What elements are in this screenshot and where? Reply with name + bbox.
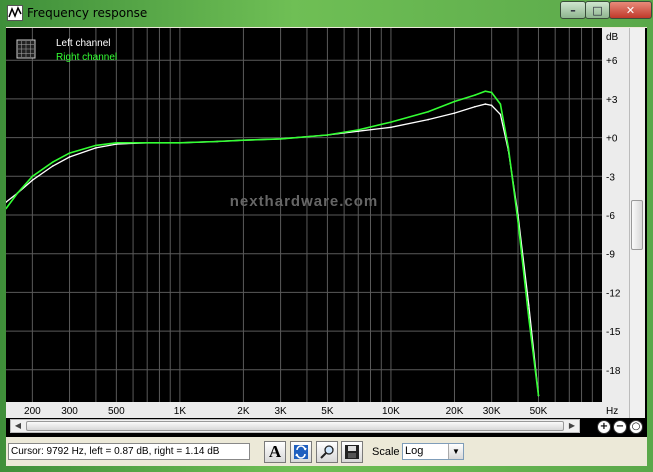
data-point [517,220,519,223]
refresh-icon [294,445,308,459]
data-point [474,94,476,96]
y-tick-label: +0 [606,134,618,145]
data-point [115,141,118,144]
data-point [68,152,71,154]
y-tick-label: +6 [606,56,618,67]
data-point [326,134,329,136]
y-tick-label: +3 [606,95,618,106]
data-point [453,112,456,114]
data-point [52,161,54,163]
data-point [507,147,510,149]
app-window: Frequency response – □ ✕ +6 +3 +0 -3 -6 -9 -12… [0,0,653,472]
data-point [95,144,97,147]
y-tick-label: -3 [606,172,615,183]
data-point [68,156,71,158]
data-point [16,192,19,194]
data-point [242,139,245,141]
data-point [453,100,456,103]
data-point [95,147,97,149]
zoom-tool-button[interactable] [316,441,338,463]
scale-label: Scale [372,446,400,458]
data-point [31,179,34,181]
y-tick-label: -15 [606,327,621,338]
zoom-tool-icon [320,445,334,459]
save-icon [345,445,359,459]
horizontal-scroll-thumb[interactable] [26,421,564,431]
zoom-in-button[interactable]: + [597,420,611,434]
zoom-out-button[interactable]: − [613,420,627,434]
x-unit-label: Hz [606,406,618,417]
watermark: nexthardware.com [230,193,379,210]
data-point [528,317,530,319]
x-tick-label: 30K [483,406,501,417]
data-point [484,103,487,105]
close-button[interactable]: ✕ [609,1,652,19]
refresh-button[interactable] [290,441,312,463]
vertical-scroll-thumb[interactable] [631,200,643,250]
horizontal-scrollbar[interactable]: ◀ ▶ [10,419,580,433]
data-point [179,141,181,144]
cursor-readout: Cursor: 9792 Hz, left = 0.87 dB, right =… [8,443,250,460]
x-tick-label: 300 [61,406,78,417]
font-button[interactable]: A [264,441,286,463]
data-point [390,126,392,129]
save-button[interactable] [341,441,363,463]
data-point [146,141,148,144]
data-point [537,394,540,397]
data-point [499,103,502,105]
x-tick-label: 5K [321,406,334,417]
scroll-left-arrow-icon[interactable]: ◀ [11,420,25,432]
data-point [484,90,487,92]
y-tick-label: -9 [606,250,615,261]
plot-background [6,28,629,418]
vertical-scrollbar[interactable] [629,28,645,418]
minimize-button[interactable]: – [560,1,586,19]
data-point [528,304,530,307]
data-point [279,138,282,140]
data-point [490,91,493,94]
x-tick-label: 500 [108,406,125,417]
title-bar[interactable]: Frequency response – □ ✕ [0,0,653,27]
frequency-chart[interactable]: +6 +3 +0 -3 -6 -9 -12 -15 -18 dB 200 300 500 1K 2K 3K 5K… [5,28,629,418]
window-title: Frequency response [27,6,148,20]
x-tick-label: 2K [237,406,250,417]
scale-select[interactable]: Log ▼ [402,443,464,460]
x-tick-label: 10K [382,406,400,417]
y-unit-label: dB [606,32,619,43]
data-point [216,140,218,143]
frequency-response-icon [7,5,23,21]
status-bar: Cursor: 9792 Hz, left = 0.87 dB, right =… [6,438,647,466]
scroll-right-arrow-icon[interactable]: ▶ [565,420,579,432]
y-tick-label: -6 [606,211,615,222]
x-tick-label: 200 [24,406,41,417]
data-point [427,118,429,121]
data-point [427,111,429,113]
data-point [490,104,493,107]
font-icon: A [268,442,282,461]
y-tick-label: -18 [606,366,621,377]
legend-left-channel: Left channel [56,38,111,49]
maximize-button[interactable]: □ [585,1,610,19]
scale-select-value: Log [405,445,424,457]
legend-right-channel: Right channel [56,52,117,63]
x-tick-label: 50K [530,406,548,417]
data-point [474,105,476,108]
x-tick-label: 3K [274,406,287,417]
x-tick-label: 1K [174,406,187,417]
data-point [52,165,54,167]
data-point [31,175,34,178]
plot-area[interactable]: +6 +3 +0 -3 -6 -9 -12 -15 -18 dB 200 300 500 1K 2K 3K 5K… [5,28,647,437]
chevron-down-icon[interactable]: ▼ [448,444,463,459]
data-point [390,121,392,123]
data-point [499,113,502,116]
data-point [357,129,360,131]
y-tick-label: -12 [606,288,621,299]
x-tick-label: 20K [446,406,464,417]
zoom-reset-button[interactable]: ○ [629,420,643,434]
